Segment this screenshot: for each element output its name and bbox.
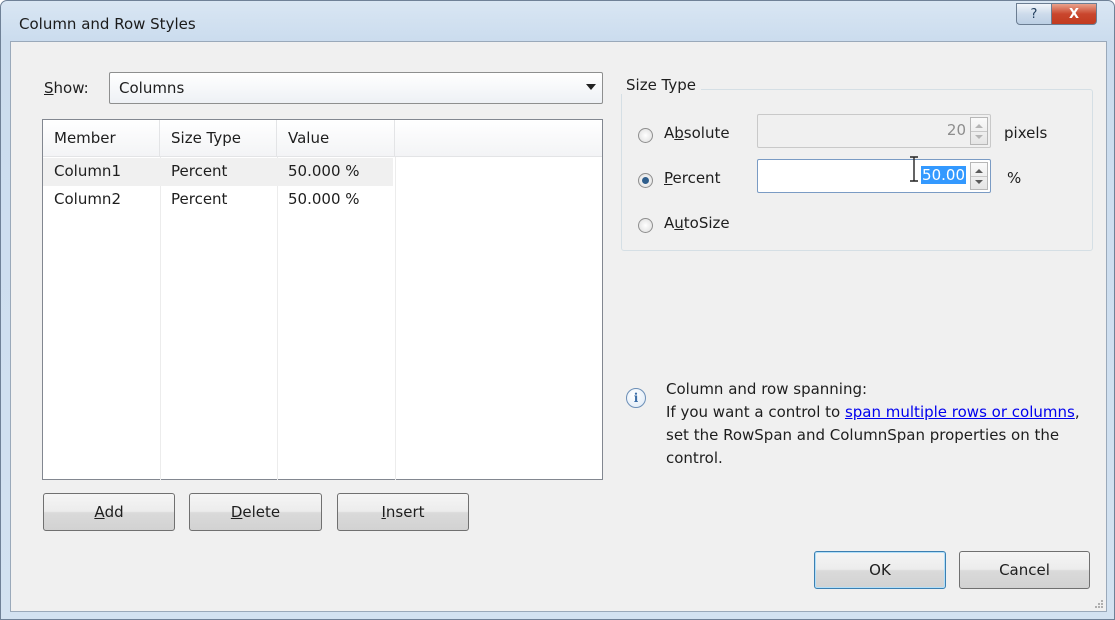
percent-value: 50.00 xyxy=(921,166,966,184)
help-icon: ? xyxy=(1030,6,1038,22)
value-cell: 50.000 % xyxy=(288,162,360,180)
spanning-info-heading: Column and row spanning: xyxy=(666,380,868,398)
window-title: Column and Row Styles xyxy=(19,15,196,33)
spanning-info: Column and row spanning: If you want a c… xyxy=(666,378,1086,470)
column-header-value[interactable]: Value xyxy=(277,120,395,157)
spinner-divider xyxy=(971,131,987,132)
close-icon: X xyxy=(1068,6,1080,22)
column-header-member[interactable]: Member xyxy=(43,120,160,157)
spin-down-icon[interactable] xyxy=(975,135,983,139)
ok-button[interactable]: OK xyxy=(814,551,946,589)
spin-up-icon[interactable] xyxy=(975,124,983,128)
table-row[interactable]: Column1 Percent 50.000 % xyxy=(43,158,393,186)
column-header-size-type[interactable]: Size Type xyxy=(160,120,277,157)
text-cursor-icon xyxy=(910,156,918,182)
absolute-label[interactable]: Absolute xyxy=(664,124,730,142)
percent-radio[interactable] xyxy=(638,173,653,188)
chevron-down-icon xyxy=(586,84,596,90)
delete-button[interactable]: Delete xyxy=(189,493,322,531)
help-button[interactable]: ? xyxy=(1016,3,1052,25)
list-header: Member Size Type Value xyxy=(43,120,602,157)
add-button[interactable]: Add xyxy=(43,493,175,531)
dialog-content: Show: Columns Member Size Type Value Col… xyxy=(10,41,1107,612)
autosize-radio[interactable] xyxy=(638,218,653,233)
insert-button[interactable]: Insert xyxy=(337,493,469,531)
spin-down-icon[interactable] xyxy=(975,180,983,184)
table-row[interactable]: Column2 Percent 50.000 % xyxy=(43,186,393,214)
spanning-info-body: If you want a control to span multiple r… xyxy=(666,403,1080,467)
absolute-value: 20 xyxy=(946,121,966,139)
spinner-divider xyxy=(971,176,987,177)
member-cell: Column2 xyxy=(54,190,121,208)
size-type-cell: Percent xyxy=(171,190,228,208)
member-cell: Column1 xyxy=(54,162,121,180)
absolute-spinner[interactable] xyxy=(970,117,988,145)
column-divider xyxy=(395,157,396,480)
show-dropdown[interactable]: Columns xyxy=(109,72,603,104)
resize-grip-icon[interactable] xyxy=(1094,599,1104,609)
info-icon: i xyxy=(626,388,646,408)
size-type-cell: Percent xyxy=(171,162,228,180)
spin-up-icon[interactable] xyxy=(975,169,983,173)
dialog-window: Column and Row Styles ? X Show: Columns … xyxy=(0,0,1115,620)
cancel-button[interactable]: Cancel xyxy=(959,551,1090,589)
value-cell: 50.000 % xyxy=(288,190,360,208)
show-dropdown-value: Columns xyxy=(119,79,185,97)
autosize-label[interactable]: AutoSize xyxy=(664,214,730,232)
show-label: Show: xyxy=(44,79,89,97)
close-button[interactable]: X xyxy=(1051,3,1097,25)
absolute-radio[interactable] xyxy=(638,128,653,143)
span-help-link[interactable]: span multiple rows or columns xyxy=(845,403,1075,421)
percent-unit-label: % xyxy=(1007,169,1022,187)
absolute-unit-label: pixels xyxy=(1004,124,1048,142)
styles-list[interactable]: Member Size Type Value Column1 Percent 5… xyxy=(42,119,603,480)
percent-spinner[interactable] xyxy=(970,162,988,190)
title-bar[interactable]: Column and Row Styles ? X xyxy=(1,1,1114,41)
absolute-value-input[interactable]: 20 xyxy=(757,114,991,148)
size-type-group-title: Size Type xyxy=(621,76,702,94)
percent-label[interactable]: Percent xyxy=(664,169,720,187)
percent-value-input[interactable]: 50.00 xyxy=(757,159,991,193)
